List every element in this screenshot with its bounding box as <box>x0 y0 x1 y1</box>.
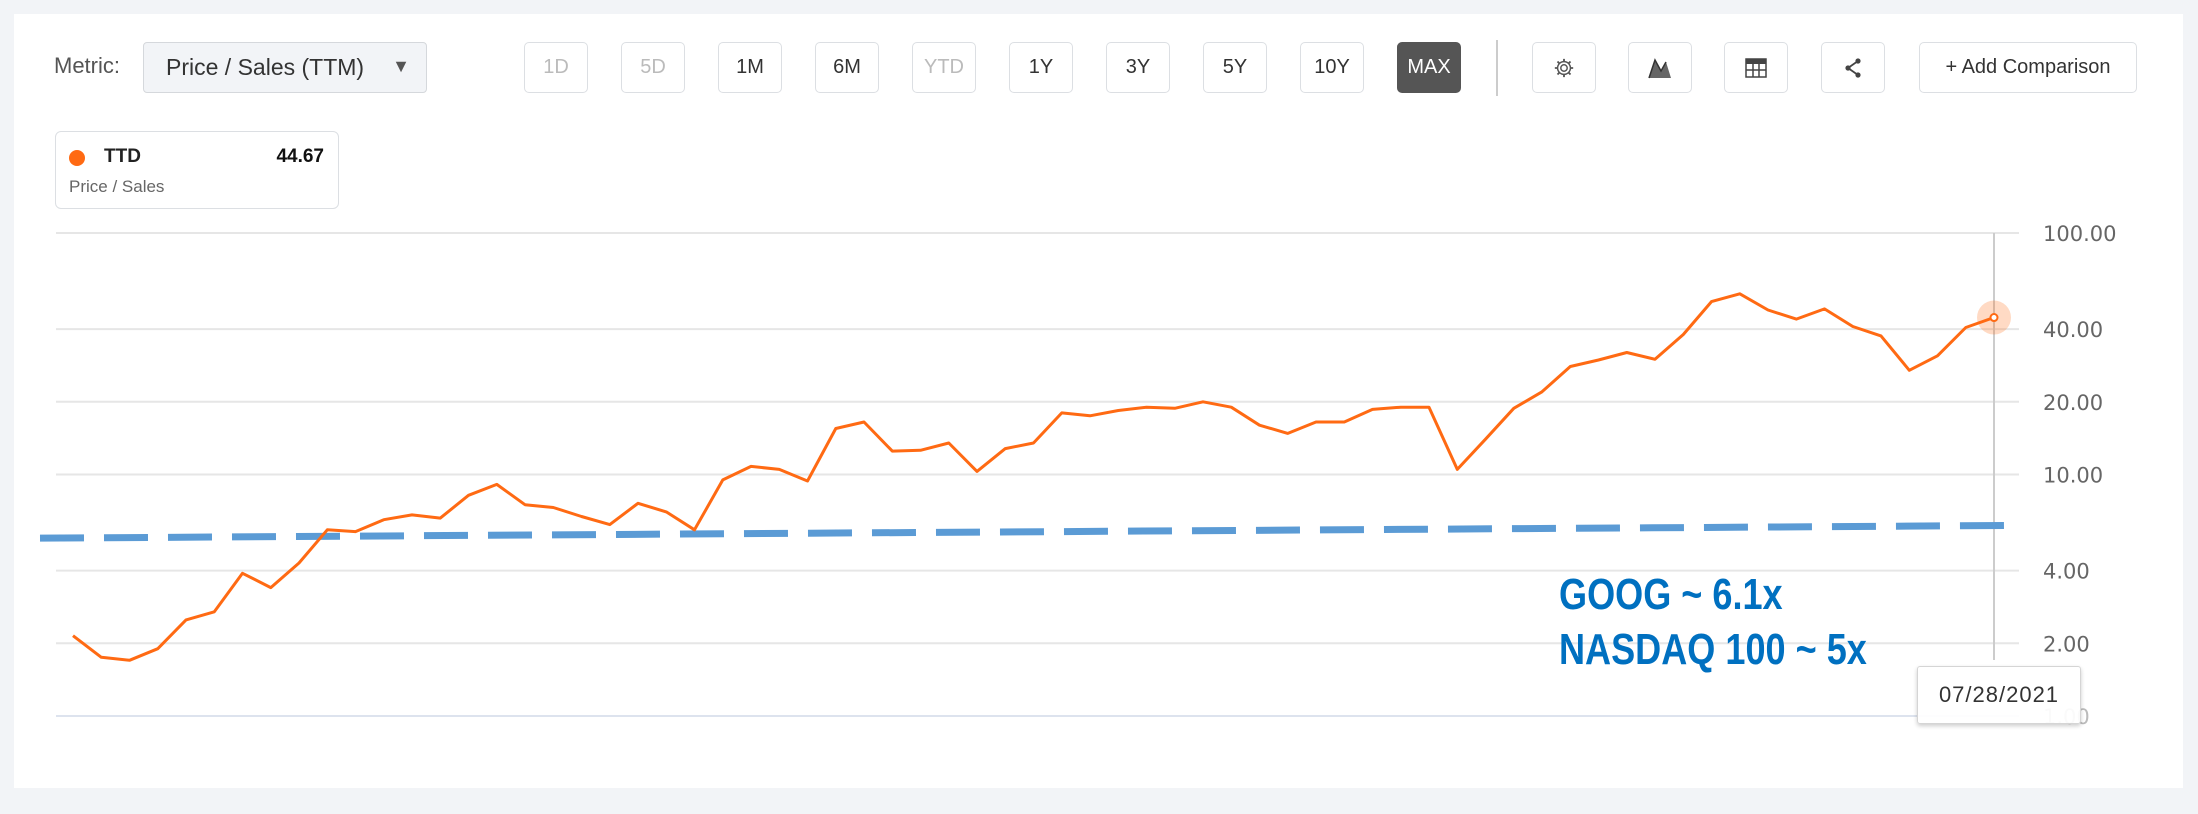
chart-plot: 100.0040.0020.0010.004.002.001.00 <box>39 222 2116 729</box>
y-tick-label: 40.00 <box>2043 318 2103 342</box>
y-tick-label: 4.00 <box>2043 560 2090 584</box>
y-tick-label: 10.00 <box>2043 464 2103 488</box>
y-tick-label: 2.00 <box>2043 632 2090 656</box>
y-tick-label: 20.00 <box>2043 391 2103 415</box>
data-point-marker <box>1989 313 1999 323</box>
date-tooltip: 07/28/2021 <box>1917 666 2081 724</box>
annotation-nasdaq: NASDAQ 100 ~ 5x <box>1559 625 1867 674</box>
reference-line <box>39 521 2009 542</box>
annotation-goog: GOOG ~ 6.1x <box>1559 570 1783 619</box>
y-tick-label: 100.00 <box>2043 222 2116 246</box>
